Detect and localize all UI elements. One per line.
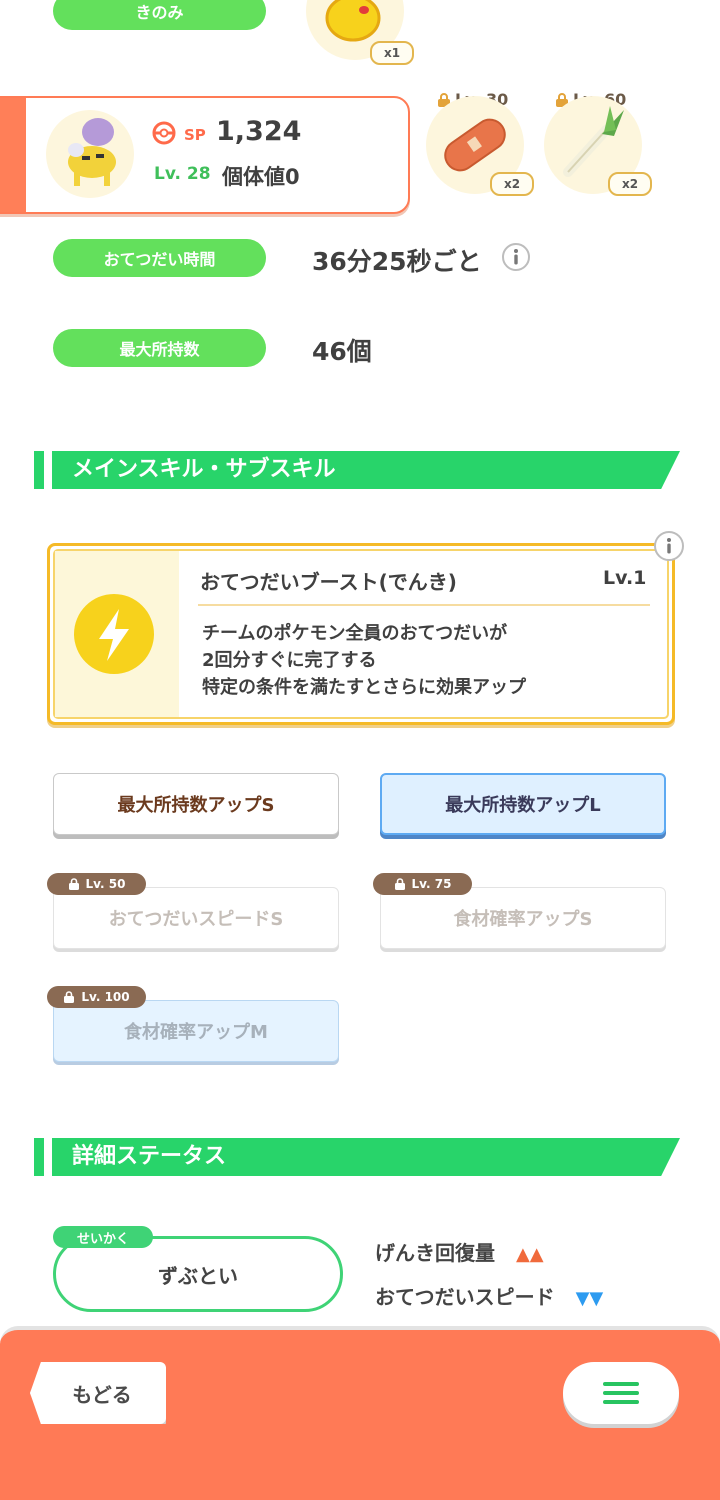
hamburger-menu-icon xyxy=(603,1382,639,1404)
lock-icon xyxy=(68,878,79,890)
sub-skill-2-button[interactable]: 最大所持数アップL xyxy=(380,773,666,835)
back-button[interactable]: もどる xyxy=(30,1362,166,1424)
sub-skill-4-lock-tag: Lv. 75 xyxy=(373,873,472,895)
sub-skill-4-button[interactable]: 食材確率アップS xyxy=(380,887,666,949)
sub-skill-1-button[interactable]: 最大所持数アップS xyxy=(53,773,339,835)
help-time-value: 36分25秒ごと xyxy=(312,247,482,276)
pokemon-level: Lv. 28 xyxy=(154,164,211,184)
help-time-label: おてつだい時間 xyxy=(53,239,266,277)
details-section-title: 詳細ステータス xyxy=(72,1144,227,1169)
skills-section-title: メインスキル・サブスキル xyxy=(72,457,336,482)
sub-skill-3-button[interactable]: おてつだいスピードS xyxy=(53,887,339,949)
raikou-icon xyxy=(68,118,116,186)
sausage-qty-badge: x2 xyxy=(490,172,534,196)
max-carry-value: 46個 xyxy=(312,337,372,366)
iv-label: 個体値0 xyxy=(222,165,300,189)
sp-label: SP xyxy=(184,126,206,144)
down-arrows-icon: ▼▼ xyxy=(575,1288,604,1309)
main-skill-card[interactable]: おてつだいブースト(でんき) Lv.1 チームのポケモン全員のおてつだいが 2回… xyxy=(47,543,675,725)
sp-value: 1,324 xyxy=(216,116,302,147)
max-carry-label: 最大所持数 xyxy=(53,329,266,367)
nature-effect-down: おてつだいスピード ▼▼ xyxy=(375,1285,604,1309)
skills-section-header: メインスキル・サブスキル xyxy=(34,451,680,489)
sub-skill-3-lock-tag: Lv. 50 xyxy=(47,873,146,895)
nature-effect-up: げんき回復量 ▲▲ xyxy=(375,1241,544,1265)
berry-qty-badge: x1 xyxy=(370,41,414,65)
main-skill-description: チームのポケモン全員のおてつだいが 2回分すぐに完了する 特定の条件を満たすとさ… xyxy=(202,623,526,698)
berry-label: きのみ xyxy=(53,0,266,30)
details-section-header: 詳細ステータス xyxy=(34,1138,680,1176)
main-skill-level: Lv.1 xyxy=(603,567,647,589)
main-skill-name: おてつだいブースト(でんき) xyxy=(200,570,457,594)
info-icon[interactable] xyxy=(653,530,685,562)
pokemon-card[interactable]: SP 1,324 Lv. 28 個体値0 xyxy=(0,96,410,214)
pokeball-icon xyxy=(152,121,176,145)
pokemon-avatar xyxy=(46,110,134,198)
nature-tag: せいかく xyxy=(53,1226,153,1248)
lock-icon xyxy=(64,991,75,1003)
lightning-icon xyxy=(73,593,155,675)
leek-qty-badge: x2 xyxy=(608,172,652,196)
sub-skill-5-lock-tag: Lv. 100 xyxy=(47,986,146,1008)
menu-button[interactable] xyxy=(563,1362,679,1424)
up-arrows-icon: ▲▲ xyxy=(515,1244,544,1265)
lock-icon xyxy=(394,878,405,890)
info-icon[interactable] xyxy=(501,242,531,272)
sub-skill-5-button[interactable]: 食材確率アップM xyxy=(53,1000,339,1062)
